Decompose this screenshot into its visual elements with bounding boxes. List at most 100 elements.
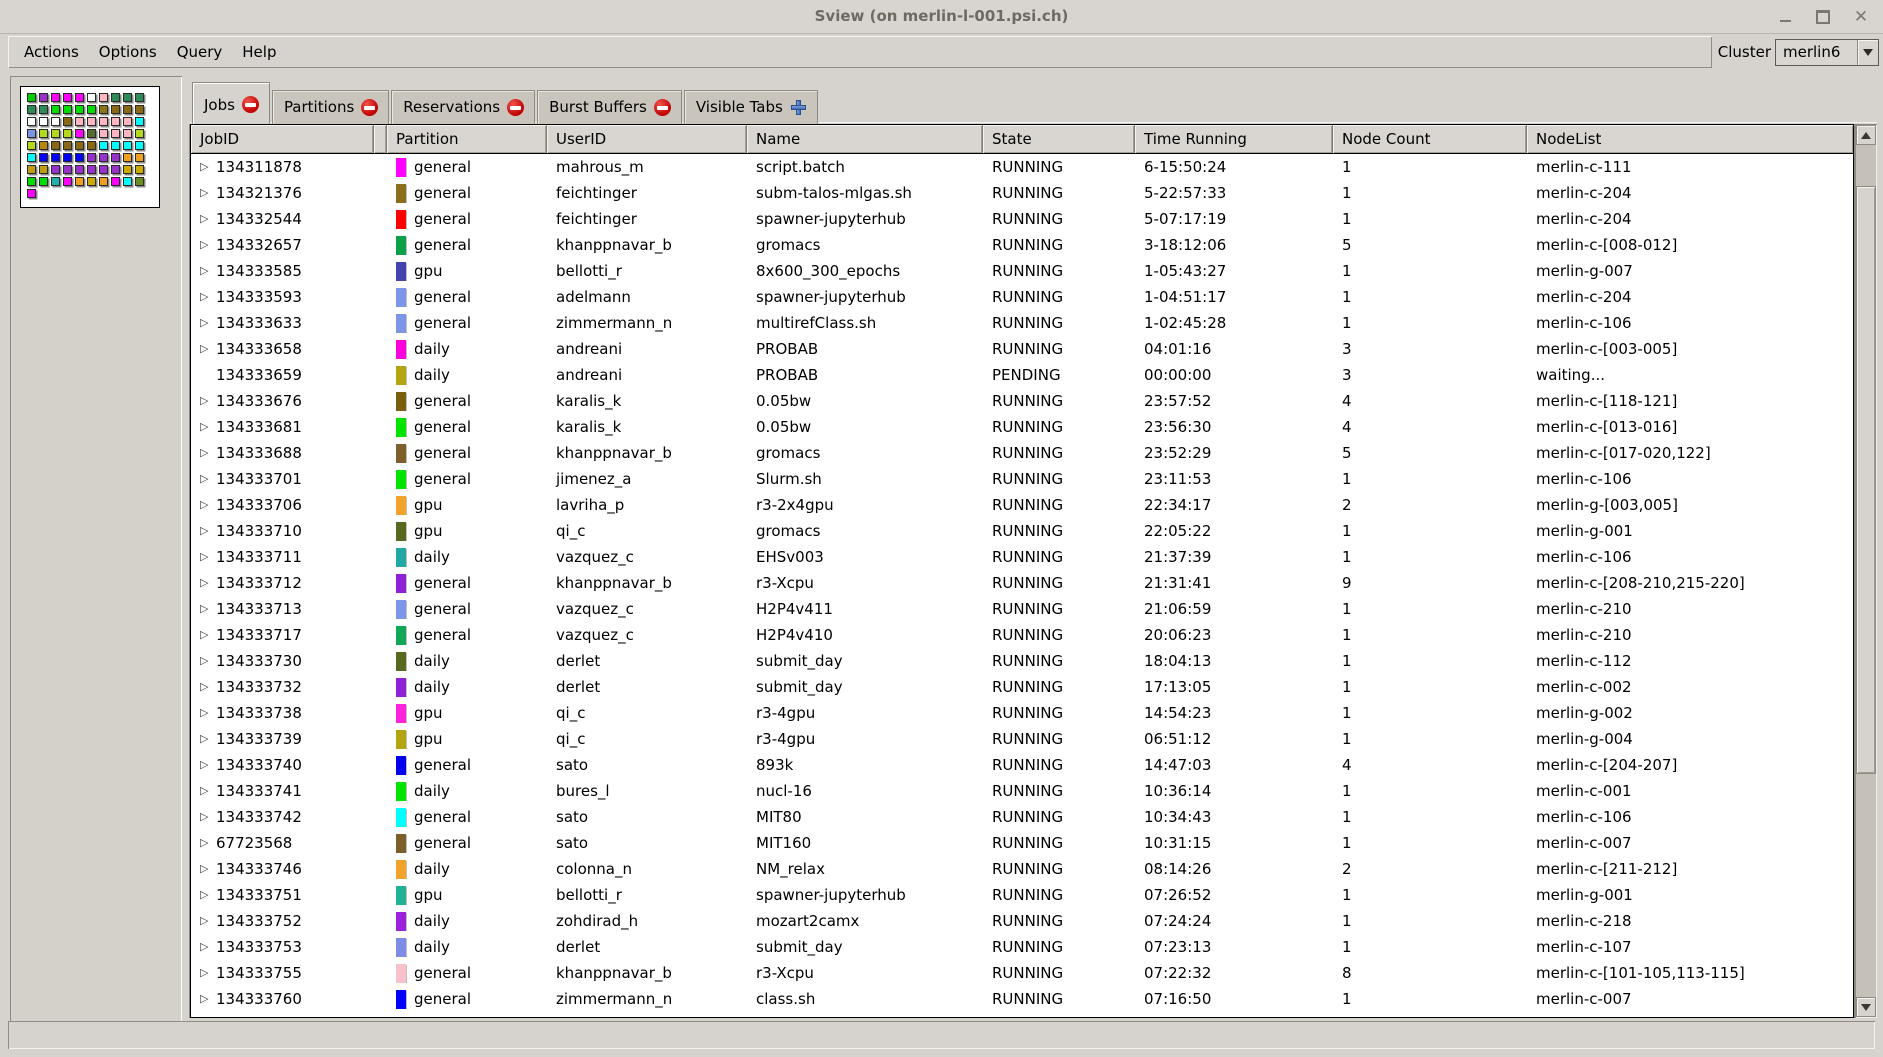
expander-icon[interactable]: ▷ bbox=[200, 986, 216, 1012]
table-row[interactable]: ▷134333658dailyandreaniPROBABRUNNING04:0… bbox=[191, 336, 1853, 362]
node-square[interactable] bbox=[27, 141, 36, 150]
column-header-spacer[interactable] bbox=[374, 125, 387, 153]
node-square[interactable] bbox=[39, 177, 48, 186]
node-square[interactable] bbox=[99, 105, 108, 114]
column-header-node-count[interactable]: Node Count bbox=[1333, 125, 1527, 153]
node-square[interactable] bbox=[99, 165, 108, 174]
node-square[interactable] bbox=[75, 93, 84, 102]
node-square[interactable] bbox=[51, 177, 60, 186]
table-row[interactable]: ▷134332657generalkhanppnavar_bgromacsRUN… bbox=[191, 232, 1853, 258]
node-square[interactable] bbox=[87, 153, 96, 162]
node-square[interactable] bbox=[27, 177, 36, 186]
tab-reservations[interactable]: Reservations bbox=[391, 90, 535, 124]
node-square[interactable] bbox=[27, 105, 36, 114]
column-header-nodelist[interactable]: NodeList bbox=[1527, 125, 1853, 153]
expander-icon[interactable]: ▷ bbox=[200, 544, 216, 570]
node-square[interactable] bbox=[39, 105, 48, 114]
node-square[interactable] bbox=[27, 93, 36, 102]
node-square[interactable] bbox=[123, 117, 132, 126]
node-square[interactable] bbox=[39, 141, 48, 150]
node-square[interactable] bbox=[135, 93, 144, 102]
node-square[interactable] bbox=[135, 165, 144, 174]
node-square[interactable] bbox=[75, 153, 84, 162]
expander-icon[interactable]: ▷ bbox=[200, 908, 216, 934]
node-square[interactable] bbox=[39, 153, 48, 162]
tab-visible-tabs[interactable]: Visible Tabs bbox=[684, 90, 818, 124]
expander-icon[interactable]: ▷ bbox=[200, 674, 216, 700]
node-square[interactable] bbox=[111, 141, 120, 150]
maximize-icon[interactable] bbox=[1815, 9, 1831, 25]
node-square[interactable] bbox=[111, 129, 120, 138]
node-square[interactable] bbox=[63, 165, 72, 174]
node-square[interactable] bbox=[39, 129, 48, 138]
node-square[interactable] bbox=[63, 153, 72, 162]
expander-icon[interactable]: ▷ bbox=[200, 622, 216, 648]
node-square[interactable] bbox=[63, 129, 72, 138]
node-square[interactable] bbox=[87, 141, 96, 150]
node-square[interactable] bbox=[99, 177, 108, 186]
node-square[interactable] bbox=[63, 93, 72, 102]
node-square[interactable] bbox=[135, 141, 144, 150]
node-square[interactable] bbox=[123, 141, 132, 150]
menu-item-options[interactable]: Options bbox=[89, 39, 167, 65]
node-square[interactable] bbox=[51, 153, 60, 162]
node-square[interactable] bbox=[123, 129, 132, 138]
node-square[interactable] bbox=[51, 105, 60, 114]
expander-icon[interactable]: ▷ bbox=[200, 232, 216, 258]
table-row[interactable]: ▷134333711dailyvazquez_cEHSv003RUNNING21… bbox=[191, 544, 1853, 570]
table-row[interactable]: ▷134333717generalvazquez_cH2P4v410RUNNIN… bbox=[191, 622, 1853, 648]
node-square[interactable] bbox=[51, 165, 60, 174]
cluster-select[interactable]: merlin6 bbox=[1775, 39, 1879, 66]
expander-icon[interactable]: ▷ bbox=[200, 726, 216, 752]
node-square[interactable] bbox=[99, 117, 108, 126]
node-square[interactable] bbox=[27, 189, 36, 198]
node-square[interactable] bbox=[87, 93, 96, 102]
expander-icon[interactable]: ▷ bbox=[200, 648, 216, 674]
table-row[interactable]: ▷134333688generalkhanppnavar_bgromacsRUN… bbox=[191, 440, 1853, 466]
expander-icon[interactable]: ▷ bbox=[200, 570, 216, 596]
node-square[interactable] bbox=[123, 177, 132, 186]
node-square[interactable] bbox=[123, 105, 132, 114]
tab-jobs[interactable]: Jobs bbox=[192, 82, 270, 124]
node-square[interactable] bbox=[27, 117, 36, 126]
node-square[interactable] bbox=[63, 117, 72, 126]
menu-item-actions[interactable]: Actions bbox=[14, 39, 89, 65]
node-square[interactable] bbox=[111, 117, 120, 126]
node-square[interactable] bbox=[27, 129, 36, 138]
table-row[interactable]: ▷134333752dailyzohdirad_hmozart2camxRUNN… bbox=[191, 908, 1853, 934]
expander-icon[interactable]: ▷ bbox=[200, 284, 216, 310]
node-square[interactable] bbox=[111, 105, 120, 114]
column-header-time-running[interactable]: Time Running bbox=[1135, 125, 1333, 153]
expander-icon[interactable]: ▷ bbox=[200, 258, 216, 284]
node-square[interactable] bbox=[99, 141, 108, 150]
expander-icon[interactable]: ▷ bbox=[200, 518, 216, 544]
table-row[interactable]: ▷134333741dailybures_lnucl-16RUNNING10:3… bbox=[191, 778, 1853, 804]
column-header-name[interactable]: Name bbox=[747, 125, 983, 153]
table-row[interactable]: ▷134333585gpubellotti_r8x600_300_epochsR… bbox=[191, 258, 1853, 284]
table-row[interactable]: ▷134333755generalkhanppnavar_br3-XcpuRUN… bbox=[191, 960, 1853, 986]
node-square[interactable] bbox=[111, 165, 120, 174]
table-row[interactable]: ▷134311878generalmahrous_mscript.batchRU… bbox=[191, 154, 1853, 180]
expander-icon[interactable]: ▷ bbox=[200, 804, 216, 830]
node-square[interactable] bbox=[51, 141, 60, 150]
table-row[interactable]: ▷134333739gpuqi_cr3-4gpuRUNNING06:51:121… bbox=[191, 726, 1853, 752]
table-row[interactable]: ▷134333742generalsatoMIT80RUNNING10:34:4… bbox=[191, 804, 1853, 830]
table-row[interactable]: ▷134333710gpuqi_cgromacsRUNNING22:05:221… bbox=[191, 518, 1853, 544]
table-row[interactable]: ▷134333681generalkaralis_k0.05bwRUNNING2… bbox=[191, 414, 1853, 440]
node-square[interactable] bbox=[87, 177, 96, 186]
close-tab-icon[interactable] bbox=[361, 99, 378, 116]
expander-icon[interactable]: ▷ bbox=[200, 154, 216, 180]
expander-icon[interactable]: ▷ bbox=[200, 596, 216, 622]
node-square[interactable] bbox=[135, 129, 144, 138]
table-row[interactable]: 134333659dailyandreaniPROBABPENDING00:00… bbox=[191, 362, 1853, 388]
expander-icon[interactable]: ▷ bbox=[200, 960, 216, 986]
cluster-dropdown-button[interactable] bbox=[1857, 40, 1878, 65]
node-square[interactable] bbox=[99, 129, 108, 138]
node-square[interactable] bbox=[111, 177, 120, 186]
node-square[interactable] bbox=[75, 117, 84, 126]
node-square[interactable] bbox=[75, 177, 84, 186]
table-row[interactable]: ▷134321376generalfeichtingersubm-talos-m… bbox=[191, 180, 1853, 206]
node-square[interactable] bbox=[99, 93, 108, 102]
node-square[interactable] bbox=[51, 129, 60, 138]
table-row[interactable]: ▷134333746dailycolonna_nNM_relaxRUNNING0… bbox=[191, 856, 1853, 882]
